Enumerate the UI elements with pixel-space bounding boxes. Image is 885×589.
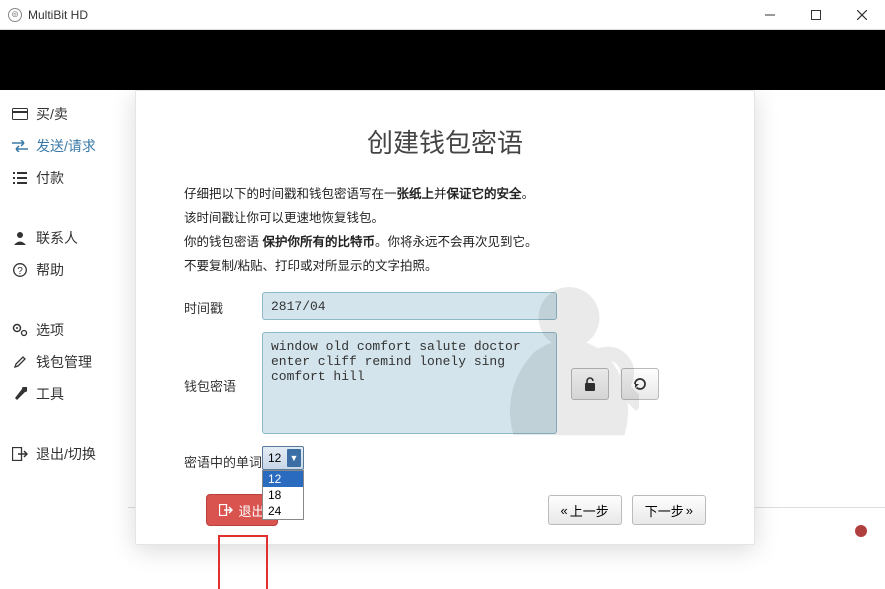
sidebar-item-options[interactable]: 选项 <box>0 314 128 346</box>
wordcount-select[interactable]: 12 ▼ 12 18 24 <box>262 446 304 470</box>
wordcount-option-24[interactable]: 24 <box>263 503 303 519</box>
close-button[interactable] <box>839 0 885 30</box>
question-icon: ? <box>12 263 28 277</box>
signout-icon <box>219 504 233 516</box>
toolbar-blackbar <box>0 30 885 90</box>
titlebar: ⊚ MultiBit HD <box>0 0 885 30</box>
sidebar-label: 买/卖 <box>36 104 68 124</box>
seed-label: 钱包密语 <box>184 332 262 395</box>
minimize-button[interactable] <box>747 0 793 30</box>
seed-words-field[interactable] <box>262 332 557 434</box>
chevrons-right-icon: » <box>686 503 693 518</box>
dialog-title: 创建钱包密语 <box>184 123 706 160</box>
app-icon: ⊚ <box>8 8 22 22</box>
timestamp-label: 时间戳 <box>184 292 262 317</box>
next-label: 下一步 <box>645 501 684 520</box>
wordcount-dropdown: 12 18 24 <box>262 470 304 520</box>
prev-label: 上一步 <box>570 501 609 520</box>
sidebar-item-tools[interactable]: 工具 <box>0 378 128 410</box>
gears-icon <box>12 323 28 337</box>
refresh-button[interactable] <box>621 368 659 400</box>
sidebar-label: 工具 <box>36 384 64 404</box>
wordcount-option-18[interactable]: 18 <box>263 487 303 503</box>
sidebar-item-exit-switch[interactable]: 退出/切换 <box>0 438 128 470</box>
wordcount-label: 密语中的单词 <box>184 446 262 471</box>
window-title: MultiBit HD <box>28 8 88 22</box>
unlock-button[interactable] <box>571 368 609 400</box>
next-button[interactable]: 下一步 » <box>632 495 706 525</box>
sidebar-label: 选项 <box>36 320 64 340</box>
maximize-button[interactable] <box>793 0 839 30</box>
sidebar-item-buy-sell[interactable]: 买/卖 <box>0 98 128 130</box>
sidebar-item-contacts[interactable]: 联系人 <box>0 222 128 254</box>
sidebar-label: 钱包管理 <box>36 352 92 372</box>
sidebar-label: 帮助 <box>36 260 64 280</box>
chevrons-left-icon: « <box>561 503 568 518</box>
instructions-text: 仔细把以下的时间戳和钱包密语写在一张纸上并保证它的安全。 该时间戳让你可以更速地… <box>184 182 706 278</box>
refresh-icon <box>632 376 648 392</box>
sidebar-item-payments[interactable]: 付款 <box>0 162 128 194</box>
sidebar-item-help[interactable]: ? 帮助 <box>0 254 128 286</box>
list-icon <box>12 172 28 184</box>
sidebar-label: 发送/请求 <box>36 136 96 156</box>
signout-icon <box>12 447 28 461</box>
wrench-icon <box>12 387 28 401</box>
timestamp-field[interactable] <box>262 292 557 320</box>
annotation-highlight-box <box>218 535 268 589</box>
svg-text:?: ? <box>17 266 23 277</box>
unlock-icon <box>582 376 598 392</box>
prev-button[interactable]: « 上一步 <box>548 495 622 525</box>
create-wallet-seed-dialog: 创建钱包密语 仔细把以下的时间戳和钱包密语写在一张纸上并保证它的安全。 该时间戳… <box>135 90 755 545</box>
status-indicator-red <box>855 525 867 537</box>
sidebar: 买/卖 发送/请求 付款 联系人 ? 帮助 选项 钱包管理 <box>0 90 128 549</box>
sidebar-item-send-request[interactable]: 发送/请求 <box>0 130 128 162</box>
transfer-icon <box>12 140 28 152</box>
sidebar-label: 退出/切换 <box>36 444 96 464</box>
sidebar-label: 付款 <box>36 168 64 188</box>
edit-icon <box>12 355 28 369</box>
wordcount-value: 12 <box>268 451 281 465</box>
credit-card-icon <box>12 108 28 120</box>
sidebar-item-wallet-manage[interactable]: 钱包管理 <box>0 346 128 378</box>
wordcount-option-12[interactable]: 12 <box>263 471 303 487</box>
sidebar-label: 联系人 <box>36 228 78 248</box>
exit-label: 退出 <box>238 501 264 520</box>
user-icon <box>12 231 28 245</box>
chevron-down-icon: ▼ <box>287 449 301 467</box>
